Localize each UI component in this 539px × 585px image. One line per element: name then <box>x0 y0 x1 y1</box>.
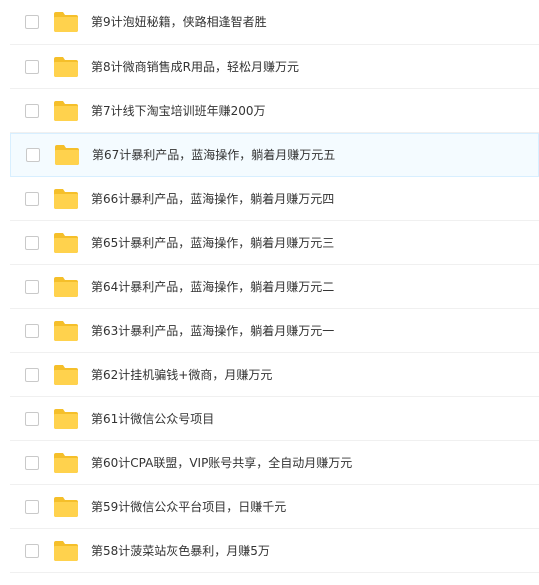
file-name[interactable]: 第9计泡妞秘籍，侠路相逢智者胜 <box>91 14 267 30</box>
folder-icon <box>53 276 79 298</box>
file-name[interactable]: 第66计暴利产品，蓝海操作，躺着月赚万元四 <box>91 191 334 207</box>
file-name[interactable]: 第60计CPA联盟，VIP账号共享，全自动月赚万元 <box>91 455 352 471</box>
folder-icon <box>53 320 79 342</box>
checkbox[interactable] <box>25 191 39 206</box>
file-row[interactable]: 第58计菠菜站灰色暴利，月赚5万 <box>10 529 539 573</box>
file-row[interactable]: 第9计泡妞秘籍，侠路相逢智者胜 <box>10 0 539 45</box>
file-name[interactable]: 第61计微信公众号项目 <box>91 411 214 427</box>
checkbox[interactable] <box>25 367 39 382</box>
file-row-hovered[interactable]: 第67计暴利产品，蓝海操作，躺着月赚万元五 <box>10 133 539 177</box>
file-row[interactable]: 第63计暴利产品，蓝海操作，躺着月赚万元一 <box>10 309 539 353</box>
folder-icon <box>53 452 79 474</box>
file-name[interactable]: 第63计暴利产品，蓝海操作，躺着月赚万元一 <box>91 323 334 339</box>
file-name[interactable]: 第67计暴利产品，蓝海操作，躺着月赚万元五 <box>92 147 335 163</box>
file-name[interactable]: 第8计微商销售成R用品，轻松月赚万元 <box>91 59 299 75</box>
folder-icon <box>53 496 79 518</box>
folder-icon <box>53 100 79 122</box>
file-name[interactable]: 第62计挂机骗钱+微商，月赚万元 <box>91 367 272 383</box>
folder-icon <box>53 188 79 210</box>
file-row[interactable]: 第7计线下淘宝培训班年赚200万 <box>10 89 539 133</box>
file-row[interactable]: 第61计微信公众号项目 <box>10 397 539 441</box>
folder-icon <box>53 11 79 33</box>
file-name[interactable]: 第65计暴利产品，蓝海操作，躺着月赚万元三 <box>91 235 334 251</box>
file-row[interactable]: 第65计暴利产品，蓝海操作，躺着月赚万元三 <box>10 221 539 265</box>
checkbox[interactable] <box>25 499 39 514</box>
folder-icon <box>53 408 79 430</box>
folder-icon <box>54 144 80 166</box>
checkbox[interactable] <box>25 103 39 118</box>
file-name[interactable]: 第58计菠菜站灰色暴利，月赚5万 <box>91 543 270 559</box>
checkbox[interactable] <box>25 411 39 426</box>
file-name[interactable]: 第59计微信公众平台项目，日赚千元 <box>91 499 286 515</box>
file-row[interactable]: 第8计微商销售成R用品，轻松月赚万元 <box>10 45 539 89</box>
folder-icon <box>53 364 79 386</box>
checkbox[interactable] <box>25 455 39 470</box>
folder-icon <box>53 232 79 254</box>
file-name[interactable]: 第64计暴利产品，蓝海操作，躺着月赚万元二 <box>91 279 334 295</box>
checkbox[interactable] <box>26 148 40 162</box>
checkbox[interactable] <box>25 279 39 294</box>
folder-icon <box>53 56 79 78</box>
checkbox[interactable] <box>25 59 39 74</box>
file-row[interactable]: 第62计挂机骗钱+微商，月赚万元 <box>10 353 539 397</box>
checkbox[interactable] <box>25 235 39 250</box>
folder-icon <box>53 540 79 562</box>
file-list: 第9计泡妞秘籍，侠路相逢智者胜 第8计微商销售成R用品，轻松月赚万元 第7计线下… <box>0 0 539 585</box>
checkbox[interactable] <box>25 15 39 29</box>
file-row[interactable]: 第66计暴利产品，蓝海操作，躺着月赚万元四 <box>10 177 539 221</box>
file-row[interactable]: 第64计暴利产品，蓝海操作，躺着月赚万元二 <box>10 265 539 309</box>
file-row[interactable]: 第59计微信公众平台项目，日赚千元 <box>10 485 539 529</box>
file-row[interactable]: 第60计CPA联盟，VIP账号共享，全自动月赚万元 <box>10 441 539 485</box>
checkbox[interactable] <box>25 323 39 338</box>
file-name[interactable]: 第7计线下淘宝培训班年赚200万 <box>91 103 266 119</box>
checkbox[interactable] <box>25 543 39 558</box>
